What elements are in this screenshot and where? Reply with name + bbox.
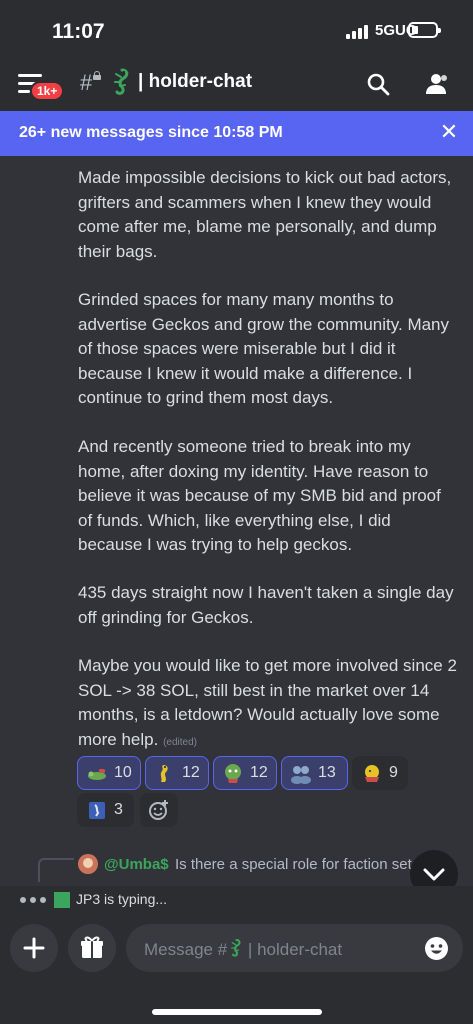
- reply-username[interactable]: @Umba$: [104, 856, 169, 873]
- gift-icon: [81, 936, 103, 958]
- gecko-emoji-icon: [114, 68, 129, 95]
- message-paragraph: Made impossible decisions to kick out ba…: [78, 168, 452, 261]
- reply-connector: [38, 858, 74, 882]
- search-icon[interactable]: [366, 72, 390, 96]
- edited-label: (edited): [163, 736, 197, 748]
- home-indicator: [152, 1009, 322, 1015]
- message-paragraph: Grinded spaces for many many months to a…: [78, 290, 450, 407]
- status-bar: 11:07 5GUC: [0, 0, 473, 56]
- channel-header: 1k+ # | holder-chat: [0, 56, 473, 112]
- cellular-signal-icon: [346, 25, 368, 39]
- people-group-emoji-icon: [291, 766, 311, 784]
- message-paragraph: And recently someone tried to break into…: [78, 437, 441, 554]
- close-icon[interactable]: ✕: [438, 121, 460, 143]
- reaction-blue-gecko[interactable]: 3: [77, 793, 134, 827]
- typing-indicator: JP3 is typing...: [0, 886, 473, 913]
- battery-icon: [408, 22, 441, 38]
- channel-title[interactable]: | holder-chat: [138, 71, 252, 93]
- typing-text: JP3 is typing...: [76, 891, 168, 907]
- gift-button[interactable]: [68, 924, 116, 972]
- gecko-lying-emoji-icon: [88, 769, 106, 780]
- gecko-crying-emoji-icon: [225, 764, 241, 783]
- add-attachment-button[interactable]: [10, 924, 58, 972]
- members-icon[interactable]: [423, 72, 449, 96]
- reaction-gecko-lying[interactable]: 10: [77, 756, 141, 790]
- yellow-gecko-emoji-icon: [160, 765, 168, 782]
- reaction-yellow-gecko[interactable]: 12: [145, 756, 209, 790]
- message-composer: Message # | holder-chat: [0, 913, 473, 1024]
- blue-gecko-emoji-icon: [89, 802, 105, 819]
- lock-icon: [93, 71, 101, 80]
- message-paragraph: 435 days straight now I haven't taken a …: [78, 583, 454, 627]
- message-placeholder: Message # | holder-chat: [144, 939, 343, 959]
- green-square-icon: [54, 892, 70, 908]
- reaction-yellow-gecko-red[interactable]: 9: [352, 756, 408, 790]
- add-reaction-icon[interactable]: [140, 793, 178, 827]
- typing-dots-icon: [20, 897, 46, 903]
- message-input[interactable]: Message # | holder-chat: [126, 924, 463, 972]
- plus-icon: [23, 937, 45, 959]
- notification-badge: 1k+: [30, 81, 65, 101]
- avatar[interactable]: [78, 854, 98, 874]
- status-time: 11:07: [52, 20, 105, 43]
- emoji-picker-icon[interactable]: [424, 936, 449, 961]
- message-list[interactable]: Made impossible decisions to kick out ba…: [0, 156, 473, 886]
- message-paragraph: Maybe you would like to get more involve…: [78, 656, 457, 749]
- new-messages-text: 26+ new messages since 10:58 PM: [19, 124, 283, 141]
- gecko-emoji-icon: [231, 939, 241, 957]
- new-messages-banner[interactable]: 26+ new messages since 10:58 PM ✕: [0, 111, 473, 156]
- reaction-gecko-crying[interactable]: 12: [213, 756, 277, 790]
- channel-hash-icon: #: [80, 70, 93, 95]
- yellow-gecko-red-emoji-icon: [365, 765, 379, 782]
- reply-text[interactable]: Is there a special role for faction set: [175, 856, 415, 873]
- reaction-people-group[interactable]: 13: [281, 756, 348, 790]
